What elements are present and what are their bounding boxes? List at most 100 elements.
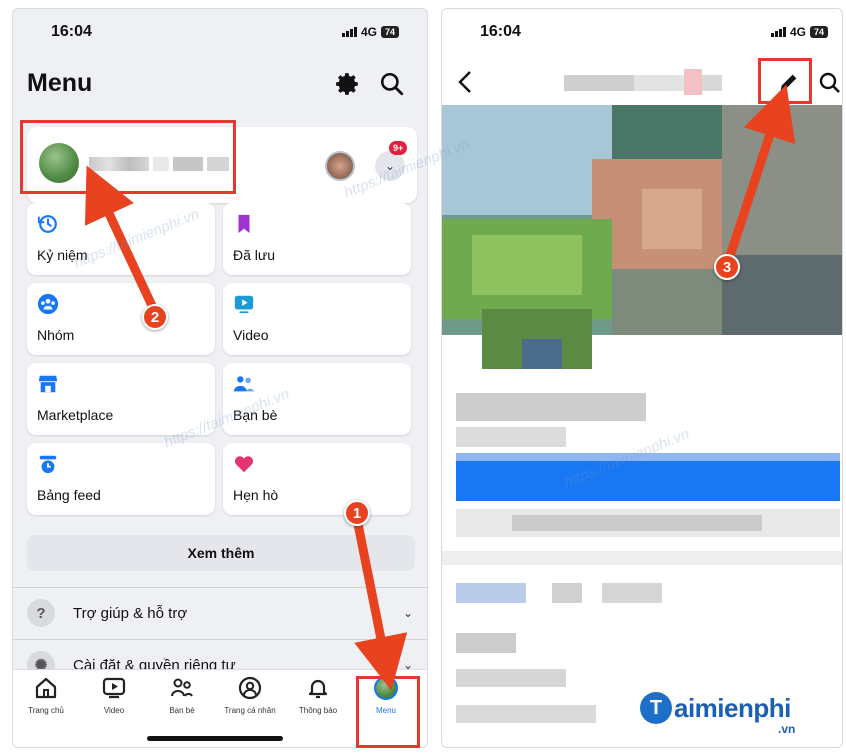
cover-pixels xyxy=(722,255,842,335)
left-phone-screen: 16:04 4G 74 Menu ⌄ 9+ Kỷ niệm Đã lưu Nhó… xyxy=(12,8,428,748)
tile-label: Bảng feed xyxy=(37,487,101,503)
blurred-text xyxy=(456,393,646,421)
groups-icon xyxy=(37,293,59,315)
video-play-icon xyxy=(234,295,254,314)
blurred-profile-name-part xyxy=(684,69,702,95)
video-icon xyxy=(102,677,126,699)
help-support-row[interactable]: ? Trợ giúp & hỗ trợ ⌄ xyxy=(27,591,417,635)
cover-sky-pixels xyxy=(442,105,612,215)
blurred-profile-name-part xyxy=(153,157,169,171)
battery-icon: 74 xyxy=(809,26,828,38)
network-label: 4G xyxy=(789,25,806,39)
cover-pixels xyxy=(722,105,842,255)
storefront-icon xyxy=(38,375,58,393)
status-time: 16:04 xyxy=(51,23,92,40)
friends-icon xyxy=(233,376,255,392)
step-3-marker: 3 xyxy=(714,254,740,280)
blurred-tab xyxy=(602,583,662,603)
tile-video[interactable]: Video xyxy=(223,283,411,355)
tab-home[interactable]: Trang chủ xyxy=(13,676,79,715)
notification-badge: 9+ xyxy=(389,141,408,155)
feed-clock-icon xyxy=(39,455,57,474)
tab-notifications[interactable]: Thông báo xyxy=(285,676,351,715)
add-to-story-button[interactable] xyxy=(456,459,840,501)
tile-groups[interactable]: Nhóm xyxy=(27,283,215,355)
menu-avatar-icon xyxy=(374,676,398,700)
status-bar: 16:04 4G 74 xyxy=(13,9,427,61)
back-icon[interactable] xyxy=(456,69,476,95)
tab-label: Trang chủ xyxy=(28,706,64,715)
divider xyxy=(13,587,427,588)
status-indicators: 4G 74 xyxy=(341,25,399,39)
tab-friends[interactable]: Bạn bè xyxy=(149,676,215,715)
status-indicators: 4G 74 xyxy=(770,25,828,39)
tile-dating[interactable]: Hẹn hò xyxy=(223,443,411,515)
gear-icon[interactable] xyxy=(335,71,361,97)
blurred-text xyxy=(512,515,762,531)
blurred-profile-name-part xyxy=(702,75,722,91)
edit-pencil-icon[interactable] xyxy=(778,71,800,93)
logo-text: aimienphi xyxy=(674,692,791,723)
chevron-down-icon: ⌄ xyxy=(402,606,413,620)
blurred-tab xyxy=(552,583,582,603)
story-avatar[interactable] xyxy=(325,151,355,181)
blurred-profile-name xyxy=(89,157,149,171)
cover-pixels xyxy=(612,105,722,165)
avatar xyxy=(39,143,79,183)
see-more-button[interactable]: Xem thêm xyxy=(27,535,415,571)
tab-profile[interactable]: Trang cá nhân xyxy=(217,676,283,715)
home-icon xyxy=(35,677,57,699)
row-label: Trợ giúp & hỗ trợ xyxy=(73,604,188,622)
blurred-profile-name-part xyxy=(173,157,203,171)
bottom-tab-bar: Trang chủ Video Bạn bè Trang cá nhân Thô… xyxy=(13,669,427,747)
step-1-marker: 1 xyxy=(344,500,370,526)
blurred-text xyxy=(456,427,566,447)
home-indicator xyxy=(147,736,283,741)
blurred-profile-name-part xyxy=(634,75,684,91)
tab-label: Thông báo xyxy=(298,706,338,715)
help-icon: ? xyxy=(27,599,55,627)
tile-label: Marketplace xyxy=(37,407,114,423)
taimienphi-logo: T aimienphi xyxy=(640,692,791,724)
tab-label: Trang cá nhân xyxy=(224,706,276,715)
tile-label: Đã lưu xyxy=(233,247,276,263)
signal-icon xyxy=(770,27,786,37)
cover-pixels xyxy=(612,269,722,335)
logo-initial: T xyxy=(640,692,672,724)
history-clock-icon xyxy=(37,215,57,233)
profile-picture-pixels xyxy=(522,339,562,369)
profile-icon xyxy=(238,676,262,700)
tab-label: Bạn bè xyxy=(169,706,195,715)
blurred-tab xyxy=(456,583,526,603)
step-2-marker: 2 xyxy=(142,304,168,330)
section-divider xyxy=(442,551,842,565)
logo-suffix: .vn xyxy=(778,722,796,736)
cover-grass-pixels xyxy=(472,235,582,295)
blurred-profile-name-part xyxy=(207,157,229,171)
tile-feeds[interactable]: Bảng feed xyxy=(27,443,215,515)
tab-label: Video xyxy=(103,706,125,715)
right-phone-screen: 16:04 4G 74 xyxy=(441,8,843,748)
search-icon[interactable] xyxy=(818,71,842,95)
blurred-text xyxy=(456,633,516,653)
battery-icon: 74 xyxy=(380,26,399,38)
search-icon[interactable] xyxy=(379,71,405,97)
friends-icon xyxy=(171,678,193,697)
tab-label: Menu xyxy=(375,706,396,715)
status-bar: 16:04 4G 74 xyxy=(442,9,842,61)
status-time: 16:04 xyxy=(480,23,521,40)
tile-saved[interactable]: Đã lưu xyxy=(223,203,411,275)
bookmark-icon xyxy=(238,214,250,234)
tab-menu[interactable]: Menu xyxy=(353,676,419,715)
network-label: 4G xyxy=(360,25,377,39)
signal-icon xyxy=(341,27,357,37)
divider xyxy=(13,639,427,640)
cover-face-pixels xyxy=(642,189,702,249)
tile-label: Hẹn hò xyxy=(233,487,279,503)
tile-label: Nhóm xyxy=(37,327,75,343)
bell-icon xyxy=(308,679,328,699)
page-title: Menu xyxy=(27,69,93,97)
tab-video[interactable]: Video xyxy=(81,676,147,715)
blurred-text xyxy=(456,669,566,687)
blurred-profile-name xyxy=(564,75,634,91)
